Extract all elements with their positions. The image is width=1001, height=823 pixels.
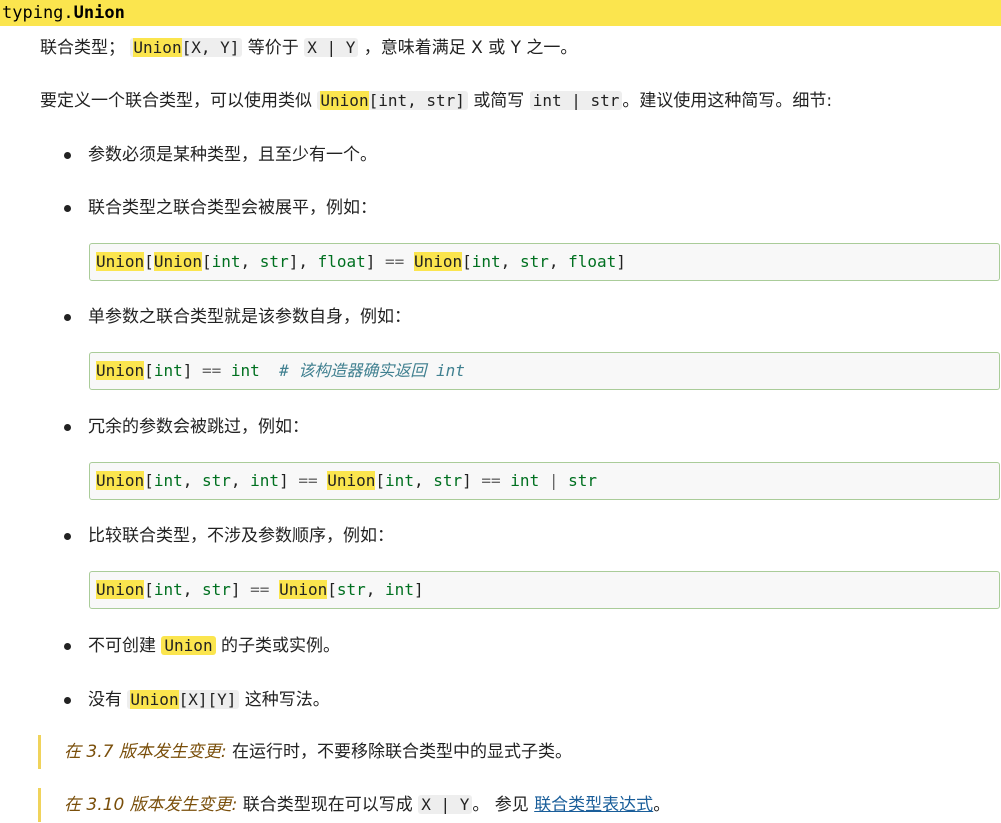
list-item: 单参数之联合类型就是该参数自身，例如： xyxy=(64,305,411,329)
version-change-3-10: 在 3.10 版本发生变更: 联合类型现在可以写成 X | Y。 参见 联合类型… xyxy=(38,788,1000,822)
intro-paragraph: 联合类型； Union[X, Y] 等价于 X | Y ，意味着满足 X 或 Y… xyxy=(40,38,578,58)
bullet-icon xyxy=(64,205,71,212)
version-label: 在 3.7 版本发生变更: xyxy=(64,742,227,762)
list-item: 冗余的参数会被跳过，例如： xyxy=(64,415,309,439)
code-comment: # 该构造器确实返回 int xyxy=(279,361,465,380)
bullet-icon xyxy=(64,533,71,540)
union-xy-index-code: Union[X][Y] xyxy=(127,690,240,709)
module-name: typing. xyxy=(2,3,74,23)
bullet-icon xyxy=(64,152,71,159)
x-or-y-code: X | Y xyxy=(304,38,359,57)
union-int-str-code: Union[int, str] xyxy=(317,91,468,110)
function-signature: typing.Union xyxy=(0,0,1001,26)
union-inline-code: Union xyxy=(161,636,216,655)
short-form-code: int | str xyxy=(529,91,623,110)
code-block: Union[int, str] == Union[str, int] xyxy=(89,571,1000,609)
version-label: 在 3.10 版本发生变更: xyxy=(64,795,238,815)
union-type-expression-link[interactable]: 联合类型表达式 xyxy=(534,795,653,815)
code-block: Union[int] == int # 该构造器确实返回 int xyxy=(89,352,1000,390)
list-item: 没有 Union[X][Y] 这种写法。 xyxy=(64,688,330,712)
version-change-3-7: 在 3.7 版本发生变更: 在运行时，不要移除联合类型中的显式子类。 xyxy=(38,735,1000,769)
union-xy-code: Union[X, Y] xyxy=(130,38,243,57)
bullet-icon xyxy=(64,643,71,650)
function-name: Union xyxy=(73,3,125,23)
list-item: 比较联合类型，不涉及参数顺序，例如： xyxy=(64,524,394,548)
list-item: 参数必须是某种类型，且至少有一个。 xyxy=(64,143,377,167)
define-paragraph: 要定义一个联合类型，可以使用类似 Union[int, str] 或简写 int… xyxy=(40,91,833,111)
x-or-y-code: X | Y xyxy=(418,795,473,814)
bullet-icon xyxy=(64,314,71,321)
code-block: Union[Union[int, str], float] == Union[i… xyxy=(89,243,1000,281)
bullet-icon xyxy=(64,697,71,704)
code-block: Union[int, str, int] == Union[int, str] … xyxy=(89,462,1000,500)
list-item: 不可创建 Union 的子类或实例。 xyxy=(64,634,340,658)
list-item: 联合类型之联合类型会被展平，例如： xyxy=(64,196,377,220)
bullet-icon xyxy=(64,424,71,431)
